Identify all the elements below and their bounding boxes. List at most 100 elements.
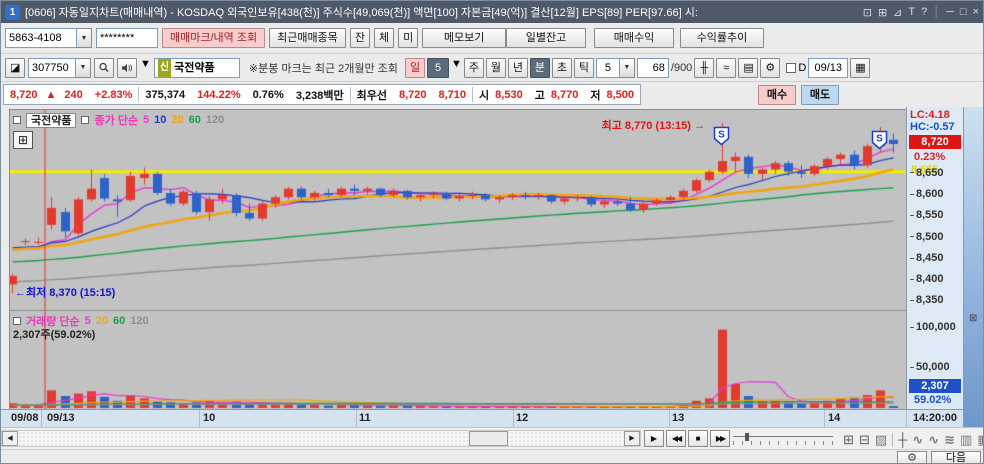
period-tick-button[interactable]: 틱 [573,57,594,78]
period-month-button[interactable]: 월 [485,57,506,78]
yield-trend-button[interactable]: 수익률추이 [680,28,764,48]
period-year-button[interactable]: 년 [507,57,528,78]
sell-marker[interactable]: S [713,126,730,146]
signal-icon[interactable]: ▥ [960,432,972,448]
scroll-left-icon[interactable]: ◀ [2,431,18,446]
minute-value-input[interactable] [595,57,620,78]
panel-icon[interactable]: ⊡ [863,6,872,19]
scroll-right-icon[interactable]: ▶ [624,431,640,446]
bar-total-label: /900 [670,61,693,74]
account-input[interactable] [5,28,77,48]
price-axis-tick: 8,350 [910,294,944,306]
area-pattern-icon[interactable]: ▨ [875,432,887,448]
speaker-dropdown-arrow[interactable]: ▼ [140,58,151,78]
minute-value-select[interactable]: ▼ [595,57,635,78]
period-minute-button[interactable]: 분 [529,57,550,78]
maximize-icon[interactable]: □ [960,6,967,18]
add-trendline-icon[interactable]: ≈ [716,57,737,78]
up-arrow-icon: ▲ [45,88,57,101]
grid-toggle-button[interactable]: ⊞ [13,131,33,149]
gear-icon[interactable]: ⚙ [897,451,927,463]
wave-tool-icon[interactable]: ∿ [928,432,939,448]
horizontal-scrollbar[interactable]: ◀ ▶ [1,430,641,447]
stock-legend-checkbox[interactable] [13,116,21,124]
period-day-button[interactable]: 일 [405,57,425,78]
titlebar[interactable]: 1 [0606] 자동일지차트(매매내역) - KOSDAQ 외국인보유[438… [1,1,983,23]
date-input[interactable] [808,57,849,78]
status-bar: ⚙ 다음 [1,449,983,463]
save-icon[interactable]: ▤ [738,57,759,78]
crosshair-tool-icon[interactable]: ┼ [898,432,907,447]
period-dropdown-arrow[interactable]: ▼ [451,58,462,78]
current-price-box: 8,720 [909,135,961,149]
buy-button[interactable]: 매수 [758,84,796,105]
trend-tool-icon[interactable]: ∿ [912,432,923,448]
time-axis-label: 13 [672,412,685,424]
open-label: 시 [479,89,490,102]
ma-legend-checkbox[interactable] [81,116,90,124]
svg-text:S: S [876,134,883,145]
vertical-scrollbar[interactable]: ⊠ [963,107,983,427]
time-axis-divider [41,410,42,428]
price-change: 240 [64,88,83,101]
recent-trades-button[interactable]: 최근매매종목 [269,28,346,48]
calendar-icon[interactable]: ▦ [850,57,871,78]
memo-view-button[interactable]: 메모보기 [422,28,507,48]
time-axis-divider [199,410,200,428]
stock-code-input[interactable] [28,57,76,78]
chart-tool-row: ◀ ▶ ▶ ◀◀ ■ ▶▶ ⊞ ⊟ ▨ ┼ ∿ ∿ ≋ ▥ ▦ − [1,427,983,449]
daily-balance-button[interactable]: 일별잔고 [506,28,586,48]
minute-dropdown-arrow[interactable]: ▼ [619,57,635,78]
scrollbar-thumb[interactable] [469,431,508,446]
add-candle-icon[interactable]: ╫ [694,57,715,78]
search-icon[interactable] [94,57,114,78]
filled-button[interactable]: 체 [373,28,395,48]
minimize-icon[interactable]: ─ [946,6,954,18]
period-day-value[interactable]: 5 [427,57,449,78]
trade-profit-button[interactable]: 매매수익 [594,28,674,48]
trade-mark-query-button[interactable]: 매매마크/내역 조회 [162,28,266,48]
rewind-icon[interactable]: ◀◀ [666,430,686,447]
legend-ma-type: 종가 단순 [94,115,139,127]
volume-legend-checkbox[interactable] [13,317,21,325]
close-panel-icon[interactable]: ⊠ [969,313,977,324]
stock-code-select[interactable]: ▼ [28,57,91,78]
legend-ma-period: 20 [171,114,184,126]
lc-label: LC:4.18 [910,109,950,121]
chart-image-icon[interactable]: ▦ [977,432,983,448]
zoom-slider[interactable] [733,433,833,445]
account-select[interactable]: ▼ [5,28,92,48]
sell-button[interactable]: 매도 [801,84,839,105]
text-size-icon[interactable]: T [908,6,915,18]
stop-icon[interactable]: ■ [688,430,708,447]
close-icon[interactable]: × [973,6,979,18]
sell-marker[interactable]: S [871,130,888,150]
period-second-button[interactable]: 초 [551,57,572,78]
settings-icon[interactable]: ⚙ [760,57,781,78]
chart-lock-icon[interactable]: ⊿ [893,6,902,19]
panel-toggle-icon[interactable]: ◪ [5,57,25,78]
play-icon[interactable]: ▶ [644,430,664,447]
bar-count-input[interactable] [636,57,669,78]
next-button[interactable]: 다음 [931,451,981,463]
account-dropdown-arrow[interactable]: ▼ [77,28,92,48]
help-icon[interactable]: ? [921,6,927,18]
legend-stock-name: 국전약품 [26,112,77,128]
multi-wave-tool-icon[interactable]: ≋ [944,432,955,448]
unfilled-button[interactable]: 미 [398,28,419,48]
compare-add-icon[interactable]: ⊞ [843,432,854,448]
fast-forward-icon[interactable]: ▶▶ [710,430,730,447]
speaker-icon[interactable] [117,57,137,78]
balance-button[interactable]: 잔 [349,28,370,48]
d-checkbox[interactable] [786,62,797,73]
compare-icon[interactable]: ⊟ [859,432,870,448]
app-window: 1 [0606] 자동일지차트(매매내역) - KOSDAQ 외국인보유[438… [0,0,984,464]
code-dropdown-arrow[interactable]: ▼ [76,57,91,78]
cascade-icon[interactable]: ⊞ [878,6,887,19]
period-week-button[interactable]: 주 [463,57,484,78]
candlestick-chart-canvas[interactable] [9,109,908,411]
slider-handle[interactable] [745,433,749,441]
time-axis-label: 09/08 [11,412,39,424]
account-password-field[interactable] [96,28,158,48]
stock-name-field[interactable]: 신 국전약품 [153,57,240,78]
